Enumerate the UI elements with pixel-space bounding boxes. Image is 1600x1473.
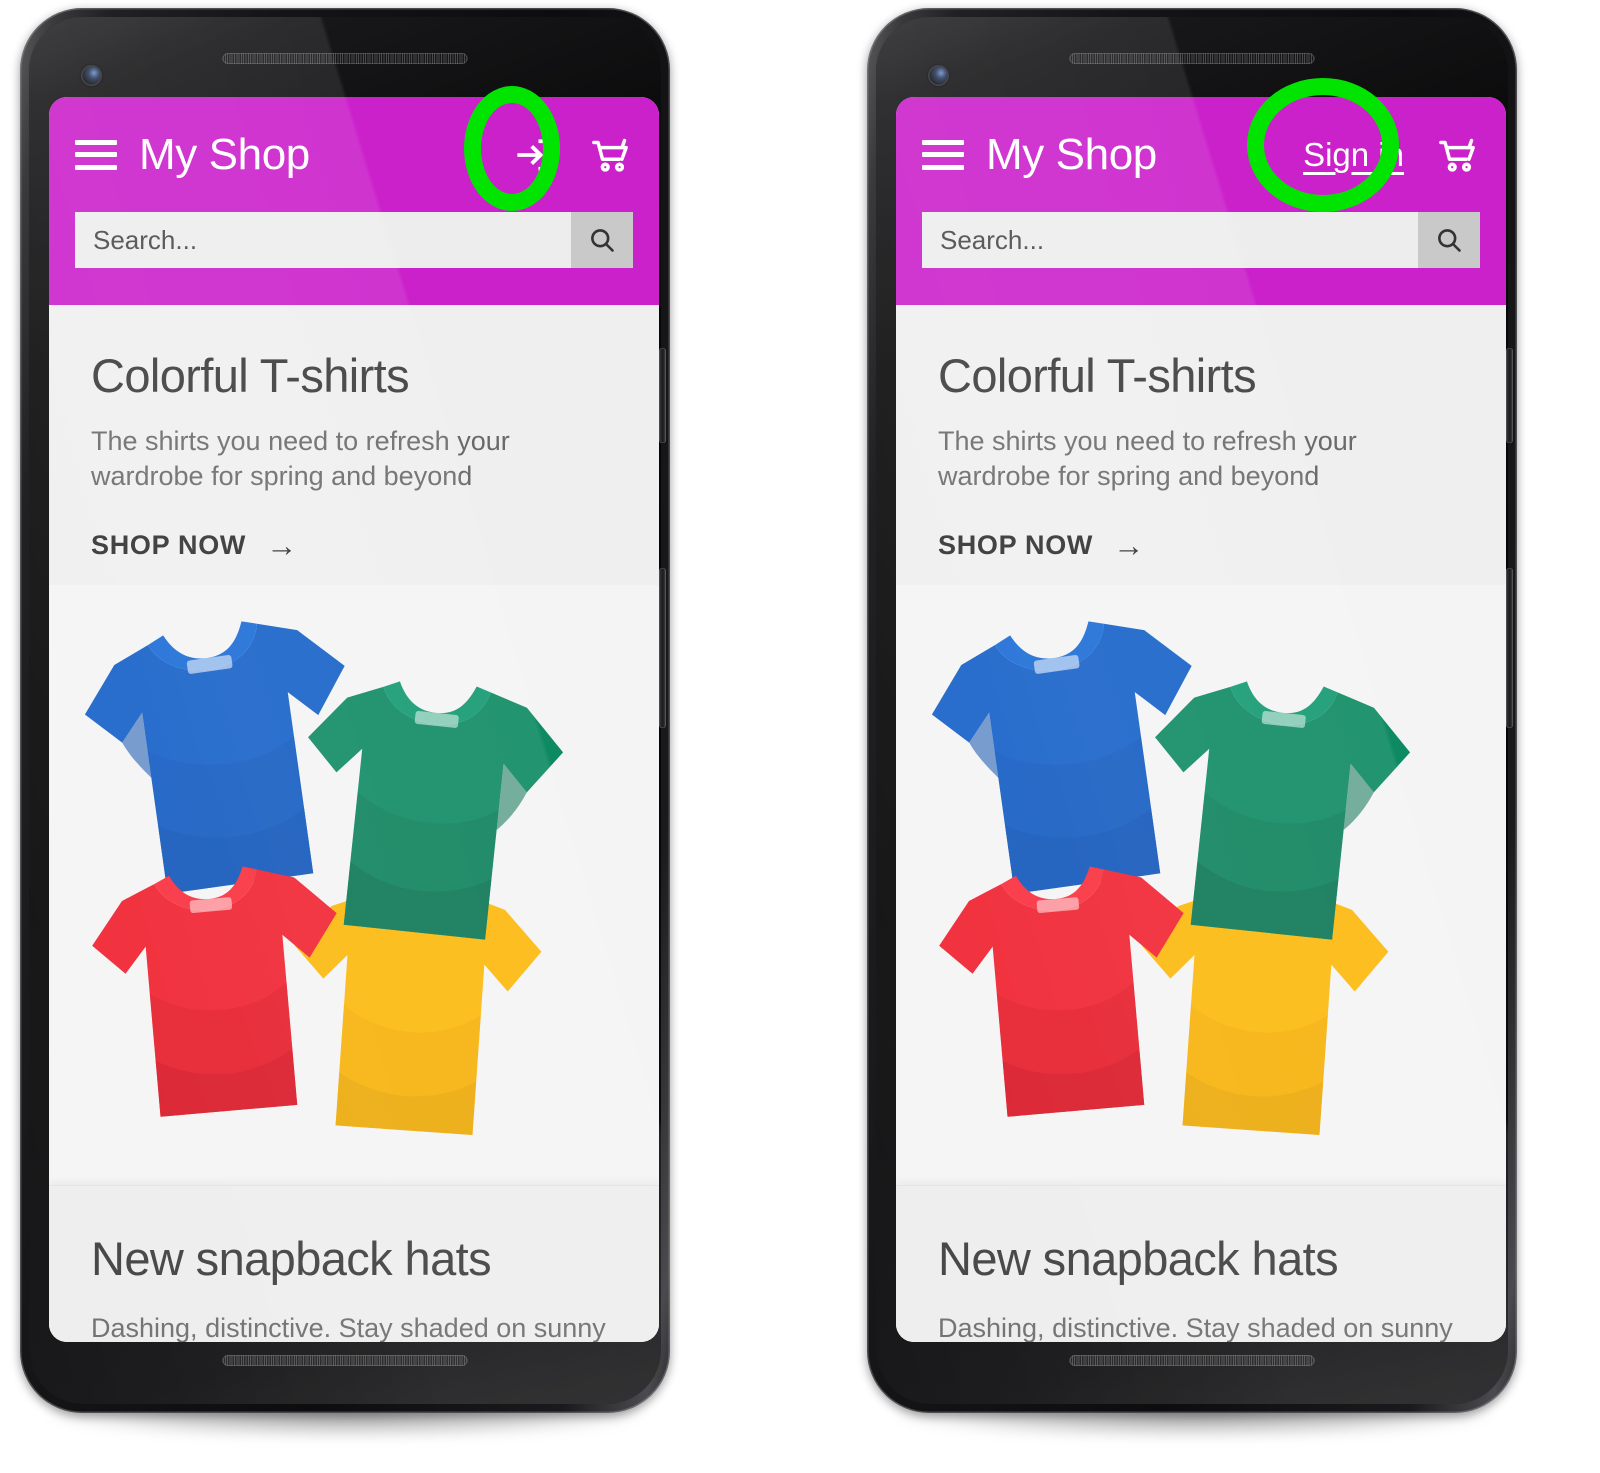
hero-image-tshirts <box>49 584 659 1185</box>
device-glass: My Shop Search... Colorful T-shirts The … <box>29 17 661 1404</box>
power-button[interactable] <box>1506 348 1513 443</box>
magnifier-search-icon <box>591 229 614 252</box>
earpiece-grille <box>222 53 468 64</box>
hamburger-menu-icon[interactable] <box>922 139 964 170</box>
comparison-stage: My Shop Search... Colorful T-shirts The … <box>0 0 1600 1473</box>
search-submit-button[interactable] <box>1418 212 1480 268</box>
card-subtitle: Dashing, distinctive. Stay shaded on sun… <box>938 1312 1453 1342</box>
card-tshirts: Colorful T-shirts The shirts you need to… <box>49 305 659 1185</box>
device-body: My Shop Sign in Search... Colorful T-shi… <box>867 8 1517 1413</box>
front-camera-icon <box>81 65 102 86</box>
power-button[interactable] <box>659 348 666 443</box>
red-tshirt <box>924 831 1204 1151</box>
sign-in-text-link[interactable]: Sign in <box>1299 136 1408 173</box>
phone-after: My Shop Sign in Search... Colorful T-shi… <box>855 8 1530 1448</box>
phone-before: My Shop Search... Colorful T-shirts The … <box>8 8 683 1448</box>
cart-button[interactable] <box>583 128 637 182</box>
search-input[interactable] <box>922 212 1418 268</box>
arrow-right-icon: → <box>266 527 298 563</box>
search-bar <box>75 212 633 268</box>
app-title: My Shop <box>139 129 310 179</box>
card-title: Colorful T-shirts <box>91 349 410 402</box>
earpiece-grille <box>1069 53 1315 64</box>
login-icon-button[interactable] <box>507 128 561 182</box>
volume-button[interactable] <box>659 568 666 728</box>
hero-image-tshirts <box>896 584 1506 1185</box>
card-header: Colorful T-shirts The shirts you need to… <box>49 305 659 561</box>
page-content: Colorful T-shirts The shirts you need to… <box>896 305 1506 1342</box>
red-tshirt-graphic <box>92 866 337 1117</box>
card-title: Colorful T-shirts <box>938 349 1257 402</box>
search-row <box>896 212 1506 270</box>
phone-screen: My Shop Sign in Search... Colorful T-shi… <box>896 97 1506 1342</box>
shop-now-button[interactable]: SHOP NOW → <box>91 530 298 561</box>
card-title: New snapback hats <box>91 1231 492 1285</box>
card-subtitle: The shirts you need to refresh your ward… <box>938 425 1357 491</box>
front-camera-icon <box>928 65 949 86</box>
card-hats: New snapback hats Dashing, distinctive. … <box>896 1184 1506 1342</box>
card-header: Colorful T-shirts The shirts you need to… <box>896 305 1506 561</box>
app-bar-actions: Sign in <box>1299 128 1484 182</box>
search-bar <box>922 212 1480 268</box>
search-row <box>49 212 659 270</box>
volume-button[interactable] <box>1506 568 1513 728</box>
bottom-speaker-grille <box>222 1355 468 1366</box>
device-body: My Shop Search... Colorful T-shirts The … <box>20 8 670 1413</box>
bottom-speaker-grille <box>1069 1355 1315 1366</box>
shop-now-button[interactable]: SHOP NOW → <box>938 530 1145 561</box>
card-hats: New snapback hats Dashing, distinctive. … <box>49 1184 659 1342</box>
app-bar-top-row: My Shop <box>49 97 659 212</box>
hamburger-menu-icon[interactable] <box>75 139 117 170</box>
shopping-cart-icon <box>1439 138 1475 172</box>
app-bar-top-row: My Shop Sign in <box>896 97 1506 212</box>
card-title: New snapback hats <box>938 1231 1339 1285</box>
red-tshirt-graphic <box>939 866 1184 1117</box>
red-tshirt <box>77 831 357 1151</box>
arrow-right-icon: → <box>1113 527 1145 563</box>
app-title: My Shop <box>986 129 1157 179</box>
card-subtitle: Dashing, distinctive. Stay shaded on sun… <box>91 1312 606 1342</box>
page-content: Colorful T-shirts The shirts you need to… <box>49 305 659 1342</box>
shop-now-label: SHOP NOW <box>91 529 247 560</box>
magnifier-search-icon <box>1438 229 1461 252</box>
shopping-cart-icon <box>592 138 628 172</box>
cart-button[interactable] <box>1430 128 1484 182</box>
app-bar-actions <box>507 128 637 182</box>
card-tshirts: Colorful T-shirts The shirts you need to… <box>896 305 1506 1185</box>
shop-now-label: SHOP NOW <box>938 529 1094 560</box>
phone-screen: My Shop Search... Colorful T-shirts The … <box>49 97 659 1342</box>
search-submit-button[interactable] <box>571 212 633 268</box>
device-glass: My Shop Sign in Search... Colorful T-shi… <box>876 17 1508 1404</box>
card-subtitle: The shirts you need to refresh your ward… <box>91 425 510 491</box>
app-bar: My Shop <box>49 97 659 305</box>
app-bar: My Shop Sign in <box>896 97 1506 305</box>
search-input[interactable] <box>75 212 571 268</box>
login-arrow-into-bracket-icon <box>517 138 551 171</box>
